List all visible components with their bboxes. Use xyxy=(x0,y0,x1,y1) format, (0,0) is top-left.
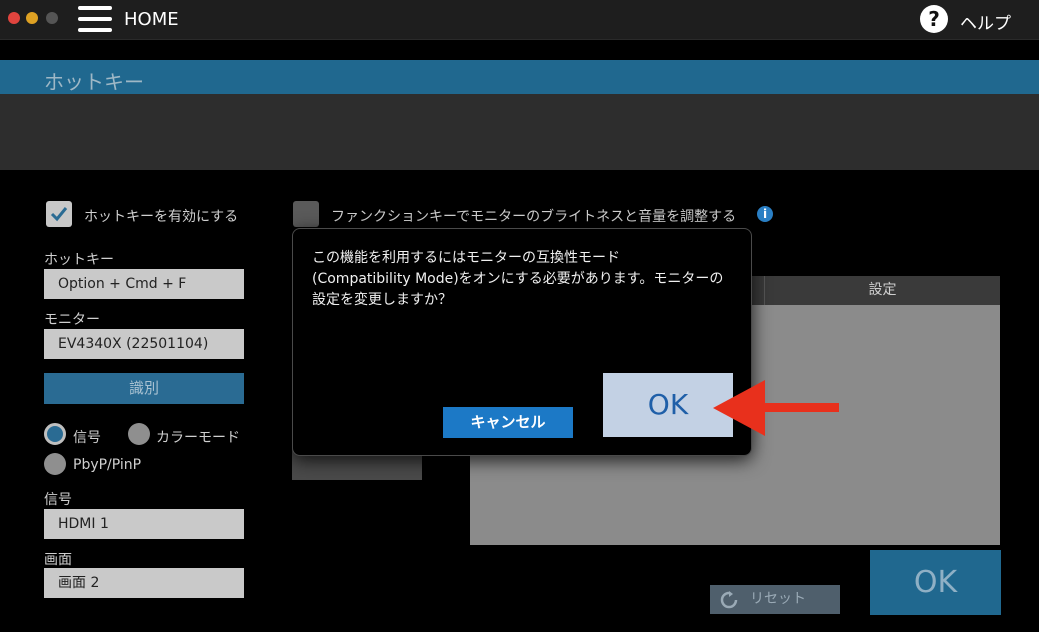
enable-hotkey-checkbox[interactable] xyxy=(46,201,72,227)
dialog-message: この機能を利用するにはモニターの互換性モード (Compatibility Mo… xyxy=(312,248,740,311)
hamburger-menu-icon[interactable] xyxy=(78,5,112,35)
section-header-bar xyxy=(0,60,1039,94)
dialog-message-line: この機能を利用するにはモニターの互換性モード xyxy=(312,250,620,266)
hotkey-field-label: ホットキー xyxy=(44,252,114,268)
enable-hotkey-label: ホットキーを有効にする xyxy=(84,209,239,225)
refresh-icon xyxy=(720,591,738,609)
info-icon[interactable]: i xyxy=(757,206,773,222)
hotkey-field[interactable]: Option + Cmd + F xyxy=(44,269,244,299)
signal-field-label: 信号 xyxy=(44,492,72,508)
function-key-checkbox[interactable] xyxy=(293,201,319,227)
settings-column-header: 設定 xyxy=(764,276,1000,305)
section-title: ホットキー xyxy=(44,70,144,94)
window-close-button[interactable] xyxy=(8,12,20,24)
section-description-band xyxy=(0,94,1039,170)
dialog-message-line: 設定を変更しますか？ xyxy=(312,292,452,308)
radio-signal-label: 信号 xyxy=(73,430,101,446)
screen-select[interactable]: 画面 2 xyxy=(44,568,244,598)
main-ok-button[interactable]: OK xyxy=(870,550,1001,615)
signal-select[interactable]: HDMI 1 xyxy=(44,509,244,539)
monitor-field-label: モニター xyxy=(44,312,100,328)
dialog-cancel-button[interactable]: キャンセル xyxy=(443,407,573,438)
radio-pbyp-pinp[interactable] xyxy=(44,453,66,475)
monitor-select[interactable]: EV4340X (22501104) xyxy=(44,329,244,359)
window-zoom-button[interactable] xyxy=(46,12,58,24)
radio-color-mode[interactable] xyxy=(128,423,150,445)
function-key-label: ファンクションキーでモニターのブライトネスと音量を調整する xyxy=(331,209,737,225)
radio-pbyp-pinp-label: PbyP/PinP xyxy=(73,457,142,473)
help-circle-icon[interactable]: ? xyxy=(920,5,948,33)
arrow-left-icon xyxy=(713,380,839,436)
radio-color-mode-label: カラーモード xyxy=(156,430,240,446)
identify-button[interactable]: 識別 xyxy=(44,373,244,404)
home-label[interactable]: HOME xyxy=(124,9,179,30)
radio-signal[interactable] xyxy=(44,423,66,445)
screen-field-label: 画面 xyxy=(44,552,72,568)
window-minimize-button[interactable] xyxy=(26,12,38,24)
help-label[interactable]: ヘルプ xyxy=(960,9,1011,34)
dialog-message-line: (Compatibility Mode)をオンにする必要があります。モニターの xyxy=(312,271,724,287)
checkmark-icon xyxy=(50,207,68,222)
